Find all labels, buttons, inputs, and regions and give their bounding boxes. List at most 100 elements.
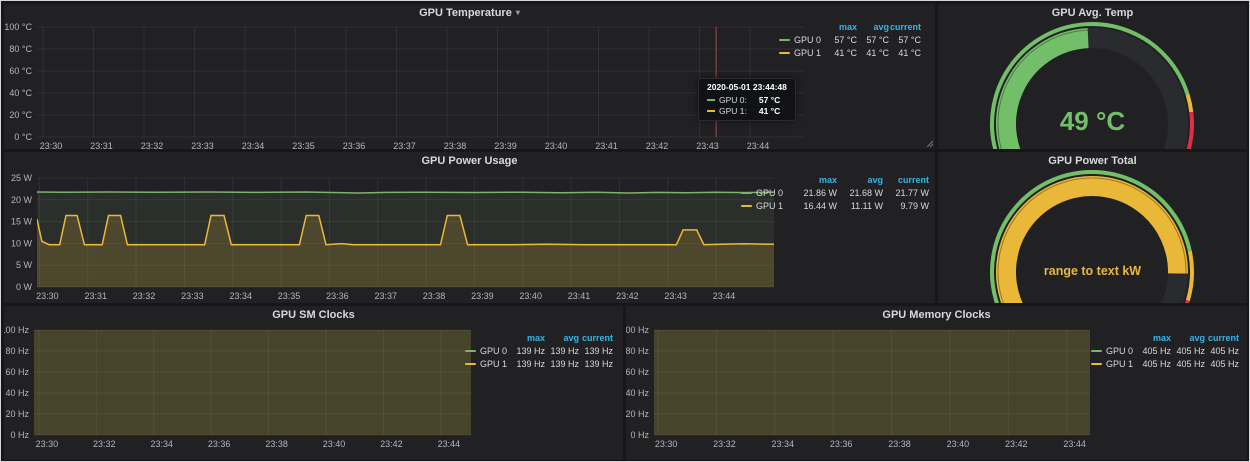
- x-axis-tick-label: 23:43: [664, 291, 687, 301]
- legend-column-header[interactable]: avg: [1171, 333, 1205, 343]
- series-color-dash: [1091, 363, 1102, 365]
- series-color-dash: [741, 205, 752, 207]
- y-axis-tick-label: 20 Hz: [5, 409, 29, 419]
- panel-gpu-sm-clocks: GPU SM Clocks 0 Hz20 Hz40 Hz60 Hz80 Hz10…: [4, 306, 623, 460]
- legend-series-label: GPU 0: [756, 188, 783, 198]
- y-axis-tick-label: 0 W: [16, 282, 33, 292]
- panel-title-gpu-avg-temp[interactable]: GPU Avg. Temp: [938, 7, 1247, 19]
- x-axis-tick-label: 23:30: [36, 291, 59, 301]
- legend-series-name[interactable]: GPU 0: [1091, 346, 1137, 356]
- series-area-gpu-1: [654, 306, 1090, 435]
- temperature-legend: maxavgcurrentGPU 057 °C57 °C57 °CGPU 141…: [779, 20, 921, 59]
- legend-series-name[interactable]: GPU 1: [465, 359, 511, 369]
- legend-column-header[interactable]: current: [1205, 333, 1239, 343]
- y-axis-tick-label: 0 Hz: [630, 430, 649, 440]
- y-axis-tick-label: 60 Hz: [5, 367, 29, 377]
- y-axis-tick-label: 40 Hz: [5, 388, 29, 398]
- panel-gpu-temperature: GPU Temperature▾ 0 °C20 °C40 °C60 °C80 °…: [4, 4, 935, 149]
- legend-series-row: GPU 1405 Hz405 Hz405 Hz: [1091, 357, 1239, 370]
- legend-series-label: GPU 0: [794, 35, 821, 45]
- x-axis-tick-label: 23:36: [830, 439, 853, 449]
- x-axis-tick-label: 23:34: [229, 291, 252, 301]
- legend-series-name[interactable]: GPU 0: [741, 188, 791, 198]
- panel-gpu-power-total: GPU Power Total range to text kW: [938, 152, 1247, 303]
- legend-series-row: GPU 1139 Hz139 Hz139 Hz: [465, 357, 613, 370]
- legend-stat-value: 57 °C: [857, 35, 889, 45]
- panel-title-gpu-memory-clocks[interactable]: GPU Memory Clocks: [626, 309, 1247, 321]
- legend-series-label: GPU 1: [480, 359, 507, 369]
- legend-stat-value: 405 Hz: [1171, 359, 1205, 369]
- chart-tooltip: 2020-05-01 23:44:48 GPU 0: 57 °C GPU 1: …: [698, 78, 796, 121]
- panel-title-gpu-sm-clocks[interactable]: GPU SM Clocks: [4, 309, 623, 321]
- panel-resize-handle[interactable]: [926, 140, 933, 147]
- x-axis-tick-label: 23:42: [616, 291, 639, 301]
- y-axis-tick-label: 60 °C: [9, 66, 32, 76]
- x-axis-tick-label: 23:41: [595, 141, 618, 149]
- legend-series-name[interactable]: GPU 1: [741, 201, 791, 211]
- legend-column-header[interactable]: max: [1137, 333, 1171, 343]
- legend-series-label: GPU 1: [756, 201, 783, 211]
- x-axis-tick-label: 23:40: [323, 439, 346, 449]
- panel-gpu-power-usage: GPU Power Usage 0 W5 W10 W15 W20 W25 W23…: [4, 152, 935, 303]
- legend-column-header[interactable]: max: [825, 22, 857, 32]
- x-axis-tick-label: 23:35: [292, 141, 315, 149]
- legend-column-header[interactable]: current: [889, 22, 921, 32]
- tooltip-series-value: 41 °C: [759, 106, 780, 116]
- legend-column-header[interactable]: avg: [837, 175, 883, 185]
- x-axis-tick-label: 23:43: [696, 141, 719, 149]
- legend-stat-value: 139 Hz: [579, 346, 613, 356]
- gauge-value-text: range to text kW: [938, 264, 1247, 278]
- series-color-dash: [741, 192, 752, 194]
- x-axis-tick-label: 23:32: [133, 291, 156, 301]
- panel-title-gpu-temperature[interactable]: GPU Temperature▾: [4, 7, 935, 19]
- series-color-dash: [707, 99, 715, 101]
- legend-column-header[interactable]: avg: [545, 333, 579, 343]
- legend-series-name[interactable]: GPU 0: [779, 35, 825, 45]
- legend-header-row: maxavgcurrent: [779, 20, 921, 33]
- legend-column-header[interactable]: max: [791, 175, 837, 185]
- memory-clocks-chart[interactable]: 0 Hz20 Hz40 Hz60 Hz80 Hz100 Hz23:3023:32…: [626, 306, 1247, 460]
- y-axis-tick-label: 40 Hz: [626, 388, 649, 398]
- y-axis-tick-label: 5 W: [16, 260, 33, 270]
- panel-title-gpu-power-total[interactable]: GPU Power Total: [938, 155, 1247, 167]
- x-axis-tick-label: 23:34: [772, 439, 795, 449]
- series-color-dash: [1091, 350, 1102, 352]
- panel-title-text: GPU Temperature: [419, 7, 512, 19]
- x-axis-tick-label: 23:42: [646, 141, 669, 149]
- legend-stat-value: 405 Hz: [1205, 359, 1239, 369]
- y-axis-tick-label: 80 Hz: [5, 346, 29, 356]
- x-axis-tick-label: 23:33: [191, 141, 214, 149]
- series-color-dash: [465, 350, 476, 352]
- legend-column-header[interactable]: max: [511, 333, 545, 343]
- grafana-dashboard: GPU Temperature▾ 0 °C20 °C40 °C60 °C80 °…: [0, 0, 1250, 462]
- legend-series-name[interactable]: GPU 1: [1091, 359, 1137, 369]
- legend-series-row: GPU 0405 Hz405 Hz405 Hz: [1091, 344, 1239, 357]
- legend-stat-value: 405 Hz: [1137, 359, 1171, 369]
- sm-clocks-chart[interactable]: 0 Hz20 Hz40 Hz60 Hz80 Hz100 Hz23:3023:32…: [4, 306, 623, 460]
- x-axis-tick-label: 23:41: [568, 291, 591, 301]
- legend-stat-value: 57 °C: [825, 35, 857, 45]
- legend-series-name[interactable]: GPU 0: [465, 346, 511, 356]
- x-axis-tick-label: 23:36: [326, 291, 349, 301]
- panel-title-text: GPU Avg. Temp: [1052, 7, 1134, 19]
- y-axis-tick-label: 40 °C: [9, 88, 32, 98]
- tooltip-series-name: GPU 0:: [719, 95, 747, 105]
- x-axis-tick-label: 23:39: [471, 291, 494, 301]
- x-axis-tick-label: 23:34: [150, 439, 173, 449]
- legend-series-row: GPU 0139 Hz139 Hz139 Hz: [465, 344, 613, 357]
- x-axis-tick-label: 23:38: [423, 291, 446, 301]
- x-axis-tick-label: 23:38: [265, 439, 288, 449]
- y-axis-tick-label: 25 W: [11, 173, 33, 183]
- legend-column-header[interactable]: current: [579, 333, 613, 343]
- tooltip-row: GPU 1: 41 °C: [707, 105, 787, 116]
- panel-title-gpu-power-usage[interactable]: GPU Power Usage: [4, 155, 935, 167]
- legend-series-row: GPU 057 °C57 °C57 °C: [779, 33, 921, 46]
- legend-column-header[interactable]: current: [883, 175, 929, 185]
- legend-stat-value: 405 Hz: [1171, 346, 1205, 356]
- x-axis-tick-label: 23:40: [519, 291, 542, 301]
- legend-column-header[interactable]: avg: [857, 22, 889, 32]
- series-color-dash: [779, 39, 790, 41]
- legend-series-name[interactable]: GPU 1: [779, 48, 825, 58]
- x-axis-tick-label: 23:40: [545, 141, 568, 149]
- legend-header-row: maxavgcurrent: [1091, 331, 1239, 344]
